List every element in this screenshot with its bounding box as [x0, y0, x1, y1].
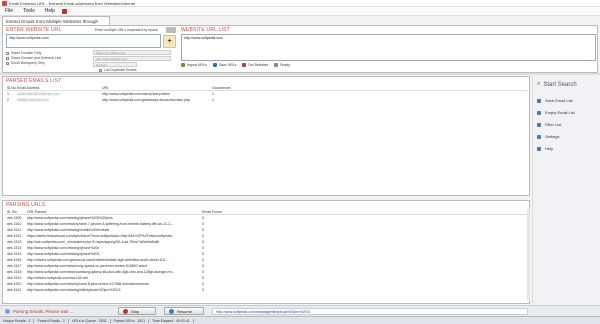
radio-icon [6, 56, 9, 60]
stop-icon [123, 308, 128, 314]
import-icon [181, 63, 185, 67]
status-message: Parsing Emails, Please wait ... [5, 309, 74, 314]
play-icon [169, 308, 174, 314]
status-bar: Unique Emails : 2 Parsed Emails : 2 URLs… [0, 316, 600, 324]
delete-selected-button[interactable]: Del Selected [242, 63, 268, 67]
app-window: Email Extractor URL - Extracts Email add… [0, 0, 600, 324]
list-actions: Import URLs Save URLs Del Selected Empty [181, 63, 290, 67]
menu-tools[interactable]: Tools [18, 8, 40, 14]
window-title: Email Extractor URL - Extracts Email add… [9, 0, 136, 6]
parsing-urls-panel: PARSING URLS Sl. No. URL Parsed Email Fo… [2, 200, 530, 304]
time-elapsed: Time Elapsed : 00:01:41 [149, 318, 194, 323]
website-url-list[interactable]: http://www.softpedia.com [181, 34, 596, 61]
resume-button[interactable]: Resume [164, 307, 204, 315]
emails-table: Sl.No. Email Address URL Occurences 1 we… [5, 85, 527, 103]
empty-list-button[interactable]: Empty [274, 63, 290, 67]
checkbox-icon [6, 61, 9, 65]
settings-button[interactable]: Settings [537, 134, 559, 139]
help-icon [537, 146, 541, 151]
stop-button[interactable]: Stop [118, 307, 156, 315]
menu-help[interactable]: Help [40, 8, 60, 14]
scroll-webquery-option[interactable]: Scroll Webquery Only [6, 61, 45, 65]
loading-icon [5, 309, 10, 314]
sidebar: ⌕ Start Search Save Email List Empty Emai… [532, 76, 598, 306]
table-row[interactable]: dek 1521 http://www.softpedia.com/newsbg/… [5, 287, 527, 293]
menu-file[interactable]: File [0, 8, 18, 14]
exclude-field[interactable]: Exclude [93, 62, 137, 67]
empty-email-list-button[interactable]: Empty Email List [537, 110, 575, 115]
enter-url-header: ENTER WEBSITE URL [6, 27, 62, 33]
current-url-display: http://www.softpedia.com/newstag/infinit… [212, 308, 528, 315]
save-email-list-button[interactable]: Save Email List [537, 98, 573, 103]
save-icon [537, 98, 541, 103]
radio-icon [6, 51, 9, 55]
app-icon [2, 1, 7, 6]
filter-list-button[interactable]: Filter List [537, 122, 561, 127]
menu-bar: File Tools Help [0, 7, 600, 16]
title-bar: Email Extractor URL - Extracts Email add… [0, 0, 600, 7]
urls-in-queue-count: URLs in Queue : 2532 [69, 318, 111, 323]
urls-table-body: dek 1509 http://www.softpedia.com/newsbg/… [5, 215, 527, 293]
delete-icon [242, 63, 247, 67]
same-domain-external-option[interactable]: Same Domain and External Link [6, 56, 61, 60]
help-button[interactable]: Help [537, 146, 553, 151]
empty-icon [274, 63, 279, 67]
start-search-button[interactable]: ⌕ Start Search [537, 81, 577, 88]
multi-url-hint: Enter multiple URLs separated by space [95, 28, 158, 32]
toolbar-icon[interactable] [62, 8, 68, 14]
list-duplicate-checkbox[interactable]: List Duplicate Emails [99, 68, 136, 72]
action-bar: Parsing Emails, Please wait ... Stop Res… [0, 305, 600, 316]
urls-table: Sl. No. URL Parsed Email Found dek 1509 h… [5, 209, 527, 304]
save-urls-button[interactable]: Save URLs [212, 63, 236, 67]
url-input[interactable]: http://www.softpedia.com/ [6, 34, 161, 48]
tab-extract-multiple[interactable]: Extract Emails from Multiple Websites th… [2, 16, 110, 29]
empty-icon [537, 110, 541, 115]
parsed-urls-count: Parsed URLs : 1521 [111, 318, 150, 323]
vertical-scrollbar[interactable] [527, 209, 530, 301]
checkbox-icon [99, 68, 102, 72]
save-icon [212, 63, 217, 67]
parsed-emails-header: PARSED EMAILS LIST [6, 78, 62, 84]
add-url-button[interactable]: + [163, 35, 176, 48]
gear-icon [537, 134, 541, 139]
list-item[interactable]: http://www.softpedia.com [184, 36, 593, 40]
max-depth-field[interactable]: URL Page Depth/Level [93, 56, 171, 61]
clear-url-button[interactable] [166, 27, 176, 33]
divider [0, 73, 600, 75]
search-icon: ⌕ [537, 81, 541, 87]
parsing-urls-header: PARSING URLS [6, 202, 46, 208]
parsed-emails-count: Parsed Emails : 2 [34, 318, 69, 323]
unique-emails-count: Unique Emails : 2 [0, 318, 35, 323]
same-domain-option[interactable]: Same Domain Only [6, 51, 41, 55]
input-panel: ENTER WEBSITE URL Enter multiple URLs se… [2, 25, 598, 73]
import-urls-button[interactable]: Import URLs [181, 63, 207, 67]
table-row[interactable]: 2 staff@softpedia.com http://www.softped… [5, 97, 527, 103]
website-list-header: WEBSITE URL LIST [181, 27, 230, 33]
max-size-field[interactable]: Maximum KB/Website [93, 50, 171, 55]
parsed-emails-panel: PARSED EMAILS LIST Sl.No. Email Address … [2, 76, 530, 196]
filter-icon [537, 122, 541, 127]
